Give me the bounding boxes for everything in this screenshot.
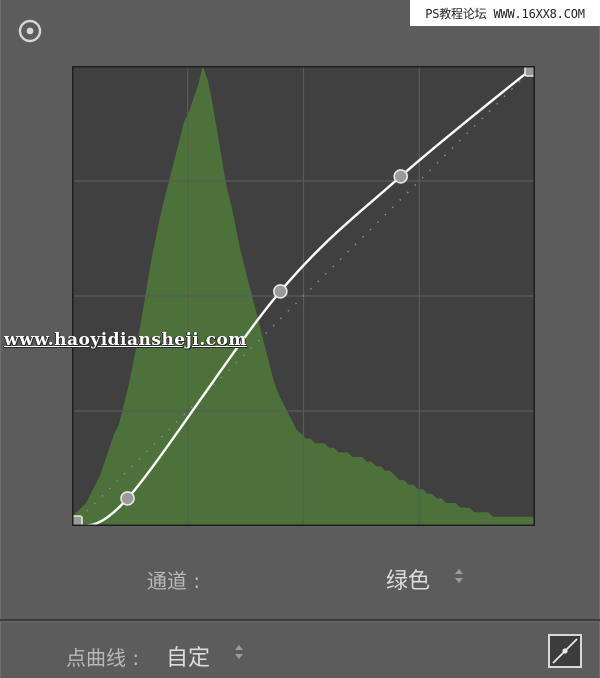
point-curve-select-value[interactable]: 自定 [166, 640, 210, 672]
target-adjust-icon[interactable] [17, 18, 43, 44]
point-curve-edit-icon [552, 638, 578, 664]
watermark-top: PS教程论坛 WWW.16XX8.COM [410, 0, 600, 26]
point-curve-edit-button[interactable] [548, 634, 582, 668]
curve-control-point[interactable] [120, 491, 135, 506]
channel-label: 通道 : [147, 569, 201, 593]
channel-up-down-arrows-icon[interactable] [454, 567, 464, 585]
point-curve-label: 点曲线 : [66, 646, 140, 670]
tone-curve-panel: PS教程论坛 WWW.16XX8.COM www.haoyidiansheji.… [0, 0, 600, 678]
watermark-middle: www.haoyidiansheji.com [4, 330, 247, 350]
section-divider-highlight [0, 621, 600, 622]
point-curve-up-down-arrows-icon[interactable] [234, 643, 244, 661]
curve-control-point[interactable] [393, 169, 409, 184]
curve-graph[interactable] [72, 66, 535, 526]
panel-edge-left [0, 0, 1, 678]
curve-graph-svg[interactable] [72, 66, 535, 526]
channel-select-value[interactable]: 绿色 [386, 563, 430, 595]
curve-control-point[interactable] [273, 284, 288, 299]
